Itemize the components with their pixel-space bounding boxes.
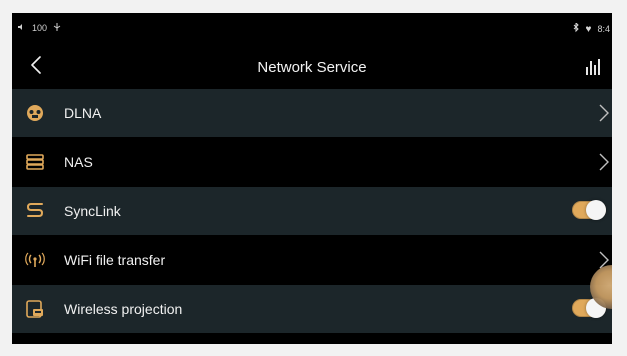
bluetooth-icon [572,21,580,35]
settings-list: DLNA NAS SyncLink WiFi file transfer Wir… [12,89,612,333]
usb-icon [53,23,61,33]
item-label: NAS [64,154,93,170]
eq-bar [590,61,592,75]
status-right: ♥ 8:4 [572,21,610,35]
dlna-icon [25,103,45,123]
toggle-knob [586,200,606,220]
status-left: 100 [18,23,61,33]
item-label: SyncLink [64,203,121,219]
eq-bar [594,65,596,75]
volume-icon [18,23,26,33]
projection-icon [25,299,45,319]
item-label: DLNA [64,105,102,121]
list-item-synclink[interactable]: SyncLink [12,187,612,235]
item-label: Wireless projection [64,301,183,317]
wifi-transfer-icon [25,250,45,270]
list-item-wifi-file-transfer[interactable]: WiFi file transfer [12,236,612,284]
synclink-toggle[interactable] [572,200,606,220]
item-label: WiFi file transfer [64,252,166,268]
chevron-right-icon [599,104,609,122]
equalizer-button[interactable] [586,57,606,75]
list-item-dlna[interactable]: DLNA [12,89,612,137]
header: Network Service [12,45,612,87]
list-item-nas[interactable]: NAS [12,138,612,186]
app-screen: 100 ♥ 8:4 Network Service DLNA NAS SyncL… [12,13,612,344]
clock: 8:4 [597,24,610,34]
battery-level: 100 [32,23,48,33]
status-bar: 100 ♥ 8:4 [12,13,612,45]
wifi-icon: ♥ [585,23,592,35]
synclink-icon [25,201,45,221]
chevron-right-icon [599,153,609,171]
eq-bar [598,59,600,75]
nas-icon [25,152,45,172]
eq-bar [586,67,588,75]
list-item-wireless-projection[interactable]: Wireless projection [12,285,612,333]
page-title: Network Service [257,59,367,76]
